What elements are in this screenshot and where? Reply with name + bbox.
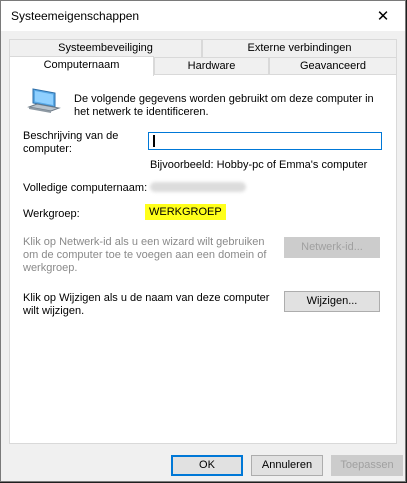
full-computer-name-label: Volledige computernaam: xyxy=(23,182,148,194)
workgroup-value-text: WERKGROEP xyxy=(145,204,226,220)
change-description: Klik op Wijzigen als u de naam van deze … xyxy=(23,292,270,317)
close-button[interactable]: ✕ xyxy=(361,1,405,31)
window-title: Systeemeigenschappen xyxy=(11,9,140,23)
change-button[interactable]: Wijzigen... xyxy=(284,291,380,312)
tab-computernaam[interactable]: Computernaam xyxy=(9,56,154,76)
full-computer-name-value-redacted xyxy=(150,182,246,192)
computer-icon xyxy=(27,88,61,113)
workgroup-label: Werkgroep: xyxy=(23,208,80,220)
cancel-button[interactable]: Annuleren xyxy=(251,455,323,476)
tab-systeembeveiliging[interactable]: Systeembeveiliging xyxy=(9,39,202,57)
close-icon: ✕ xyxy=(376,8,390,25)
workgroup-value: WERKGROEP xyxy=(145,204,226,220)
description-input[interactable] xyxy=(148,132,382,150)
tab-externe-verbindingen[interactable]: Externe verbindingen xyxy=(202,39,397,57)
tab-hardware[interactable]: Hardware xyxy=(154,57,269,75)
title-bar: Systeemeigenschappen ✕ xyxy=(1,1,405,31)
text-caret xyxy=(153,135,155,147)
ok-button[interactable]: OK xyxy=(171,455,243,476)
intro-text: De volgende gegevens worden gebruikt om … xyxy=(74,93,374,118)
system-properties-dialog: Systeemeigenschappen ✕ Systeembeveiligin… xyxy=(0,0,406,482)
description-label: Beschrijving van de computer: xyxy=(23,130,119,155)
network-id-description: Klik op Netwerk-id als u een wizard wilt… xyxy=(23,236,267,274)
apply-button[interactable]: Toepassen xyxy=(331,455,403,476)
network-id-button[interactable]: Netwerk-id... xyxy=(284,237,380,258)
tab-geavanceerd[interactable]: Geavanceerd xyxy=(269,57,397,75)
example-text: Bijvoorbeeld: Hobby-pc of Emma's compute… xyxy=(150,159,368,171)
